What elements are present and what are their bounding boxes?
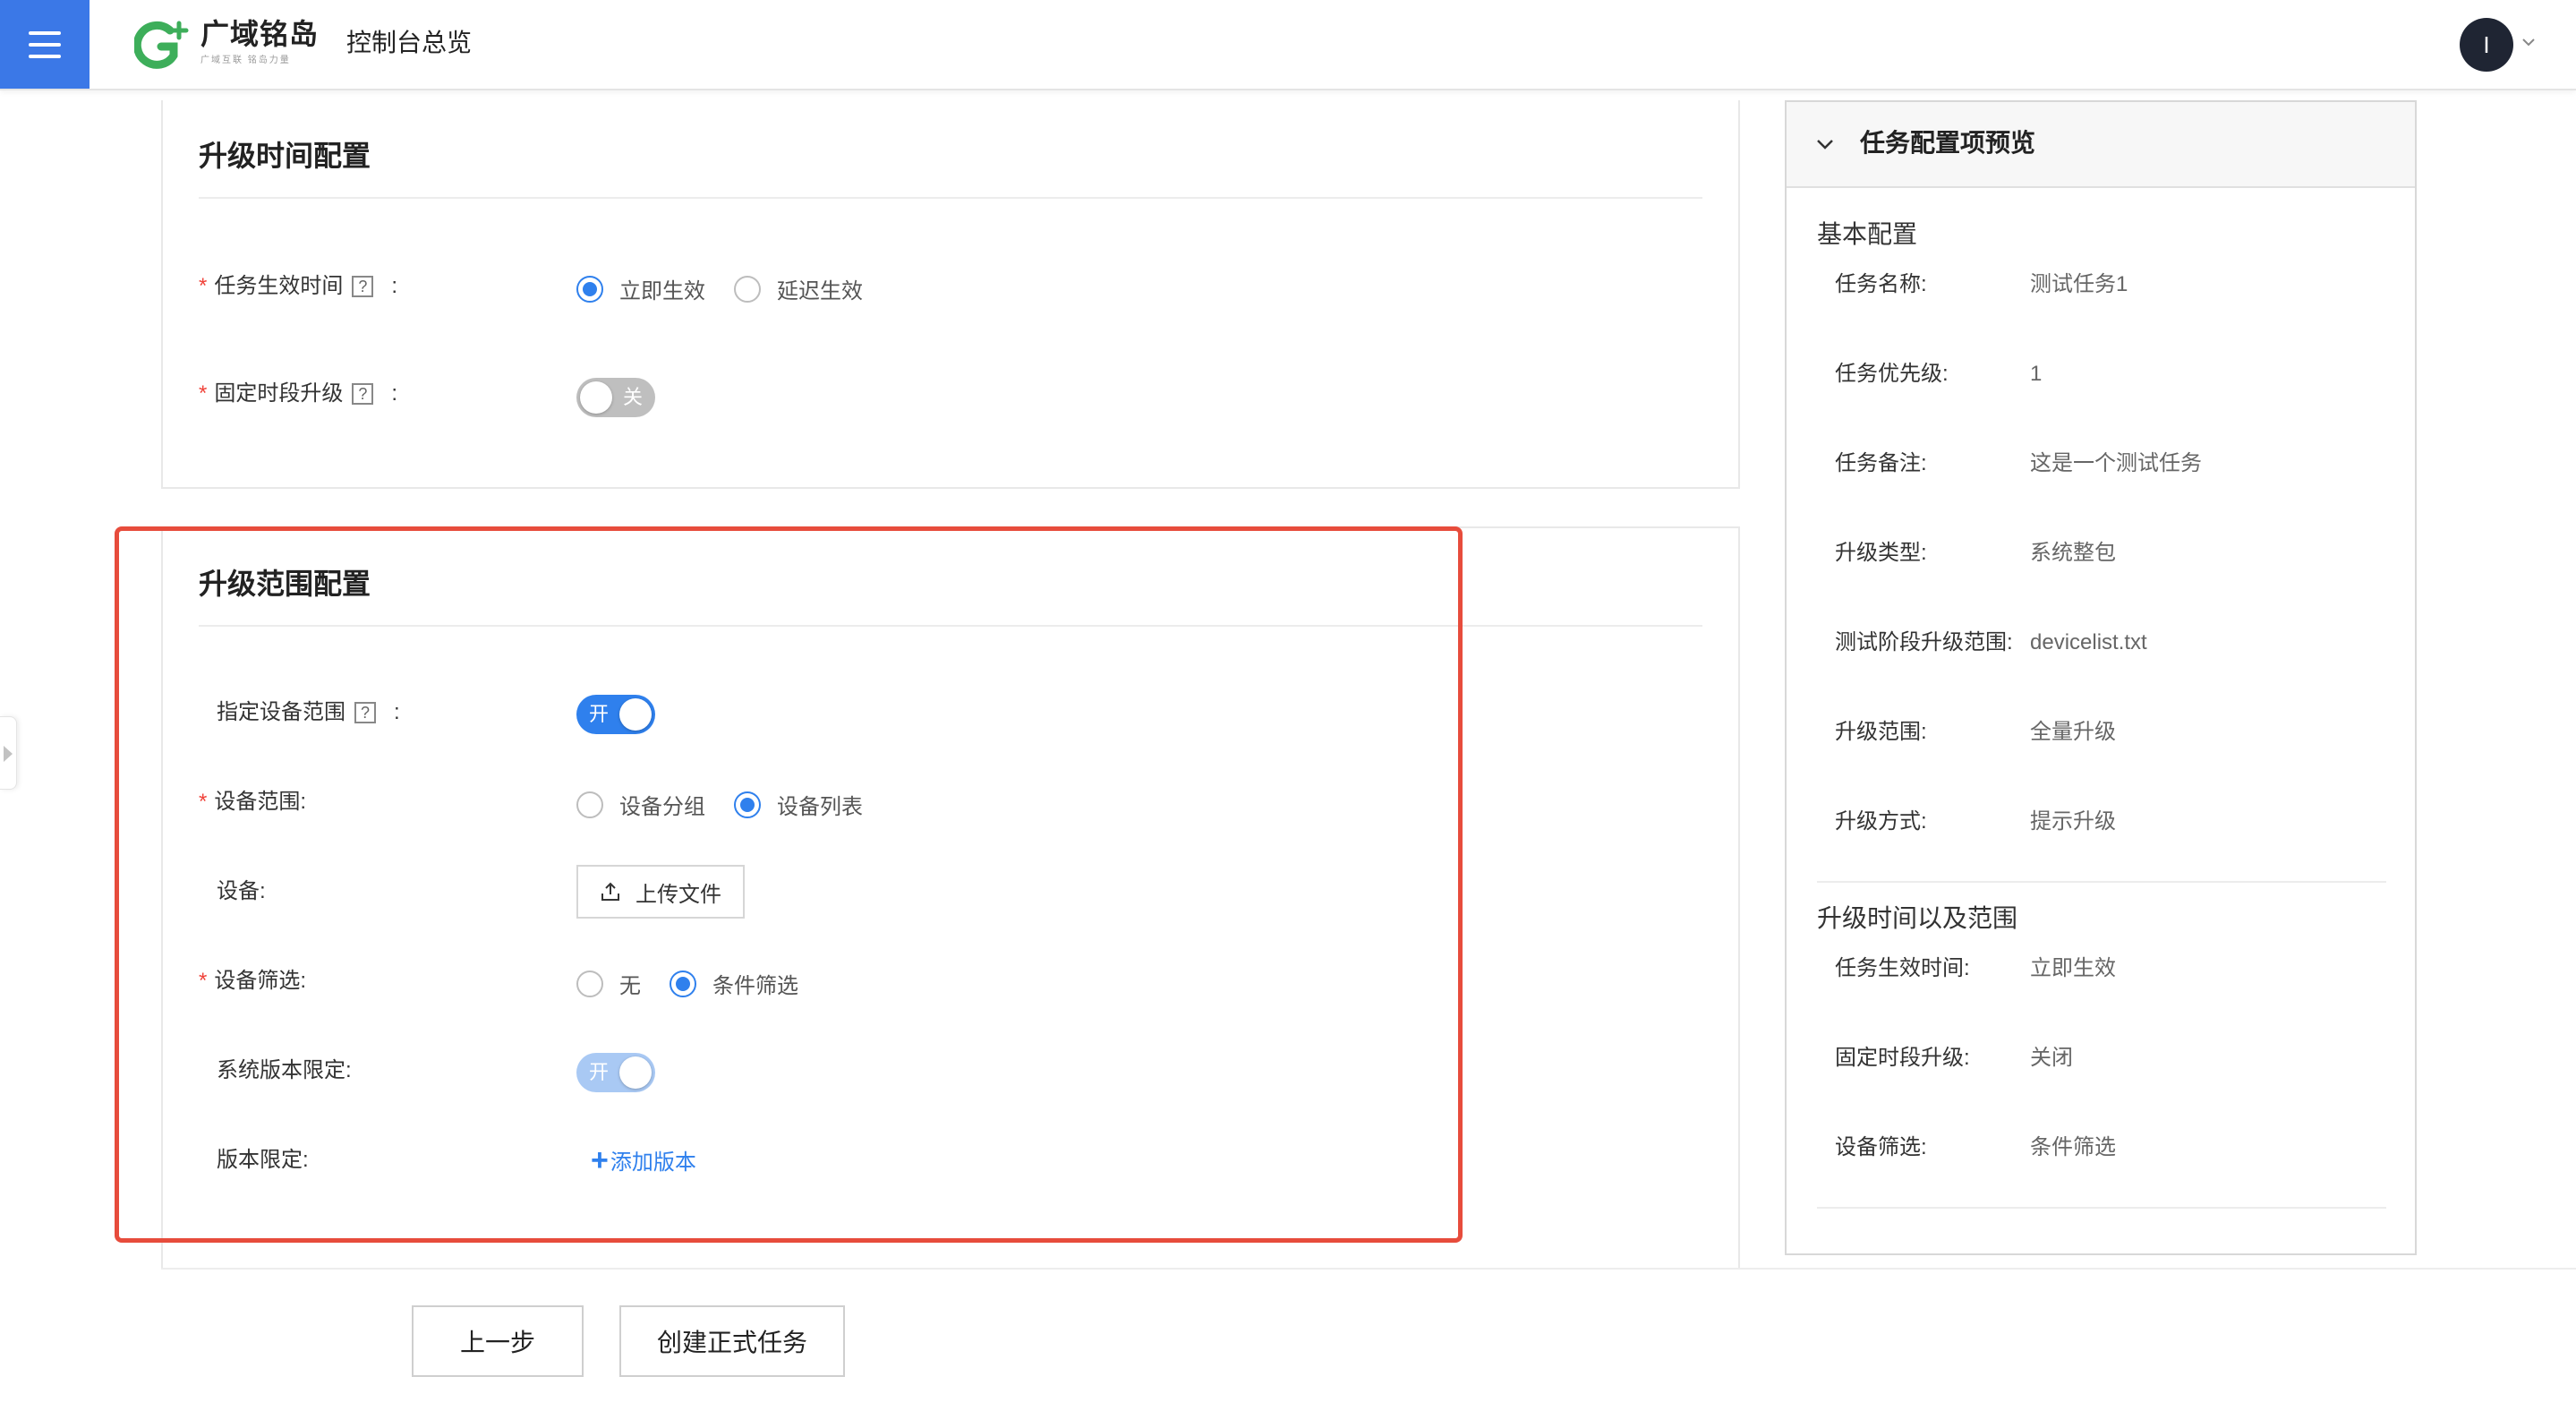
effective-time-label: * 任务生效时间 ? :: [199, 272, 397, 301]
highlight-box: [115, 526, 1463, 1243]
preview-label: 固定时段升级:: [1835, 1046, 1970, 1070]
help-icon[interactable]: ?: [352, 276, 374, 297]
preview-value: 全量升级: [2030, 720, 2116, 744]
preview-value: 提示升级: [2030, 809, 2116, 834]
config-preview-panel: 任务配置项预览 基本配置 任务名称: 测试任务1 任务优先级: 1 任务备注: …: [1785, 100, 2417, 1255]
console-overview-link[interactable]: 控制台总览: [346, 27, 472, 59]
preview-label: 任务优先级:: [1835, 362, 1949, 386]
preview-title: 任务配置项预览: [1860, 129, 2036, 157]
help-icon[interactable]: ?: [352, 383, 374, 405]
brand-logo-icon: [134, 21, 189, 69]
create-task-button[interactable]: 创建正式任务: [619, 1305, 845, 1377]
preview-value: 测试任务1: [2030, 272, 2128, 296]
prev-step-button[interactable]: 上一步: [412, 1305, 584, 1377]
preview-group-title: 基本配置: [1817, 220, 1918, 248]
label-text: 任务生效时间: [214, 274, 344, 298]
section-title: 升级时间配置: [199, 140, 371, 172]
hamburger-icon: [29, 30, 61, 58]
radio-immediate[interactable]: 立即生效: [576, 273, 705, 304]
user-avatar[interactable]: I: [2460, 18, 2513, 72]
caret-right-icon: [4, 746, 13, 762]
preview-label: 升级类型:: [1835, 541, 1927, 565]
preview-label: 任务名称:: [1835, 272, 1927, 296]
preview-value: 条件筛选: [2030, 1135, 2116, 1159]
preview-value: 系统整包: [2030, 541, 2116, 565]
preview-group-title: 升级时间以及范围: [1817, 904, 2018, 932]
brand-tagline: 广域互联 铭岛力量: [200, 56, 291, 65]
radio-delayed[interactable]: 延迟生效: [734, 273, 863, 304]
required-mark: *: [199, 274, 208, 298]
effective-time-radio-group: 立即生效 延迟生效: [576, 273, 891, 304]
sidebar-expand-handle[interactable]: [0, 716, 17, 790]
radio-checked[interactable]: [576, 275, 603, 303]
preview-label: 任务生效时间:: [1835, 956, 1970, 980]
brand-name: 广域铭岛: [200, 18, 320, 50]
top-header: 广域铭岛 广域互联 铭岛力量 控制台总览 I: [0, 0, 2576, 90]
divider: [161, 1268, 2576, 1270]
chevron-down-icon[interactable]: [2521, 34, 2537, 50]
brand-logo-text: 广域铭岛 广域互联 铭岛力量: [200, 18, 319, 65]
divider: [1817, 881, 2386, 883]
preview-header[interactable]: 任务配置项预览: [1787, 102, 2415, 188]
preview-value: 关闭: [2030, 1046, 2073, 1070]
label-text: 固定时段升级: [214, 381, 344, 406]
preview-value: devicelist.txt: [2030, 630, 2147, 654]
preview-value: 这是一个测试任务: [2030, 451, 2202, 475]
preview-label: 设备筛选:: [1835, 1135, 1927, 1159]
preview-value: 1: [2030, 362, 2043, 386]
preview-label: 升级范围:: [1835, 720, 1927, 744]
preview-label: 任务备注:: [1835, 451, 1927, 475]
divider: [1817, 1207, 2386, 1209]
preview-label: 测试阶段升级范围:: [1835, 630, 2013, 654]
menu-toggle-button[interactable]: [0, 0, 90, 89]
time-config-card: 升级时间配置 * 任务生效时间 ? : 立即生效 延迟生效 * 固定时段升级 ?…: [161, 100, 1740, 489]
fixed-period-label: * 固定时段升级 ? :: [199, 380, 397, 408]
required-mark: *: [199, 381, 208, 406]
fixed-period-switch[interactable]: 关: [576, 378, 655, 417]
preview-value: 立即生效: [2030, 956, 2116, 980]
chevron-down-icon[interactable]: [1815, 136, 1835, 152]
divider: [199, 197, 1702, 199]
radio-unchecked[interactable]: [734, 275, 761, 303]
preview-label: 升级方式:: [1835, 809, 1927, 834]
